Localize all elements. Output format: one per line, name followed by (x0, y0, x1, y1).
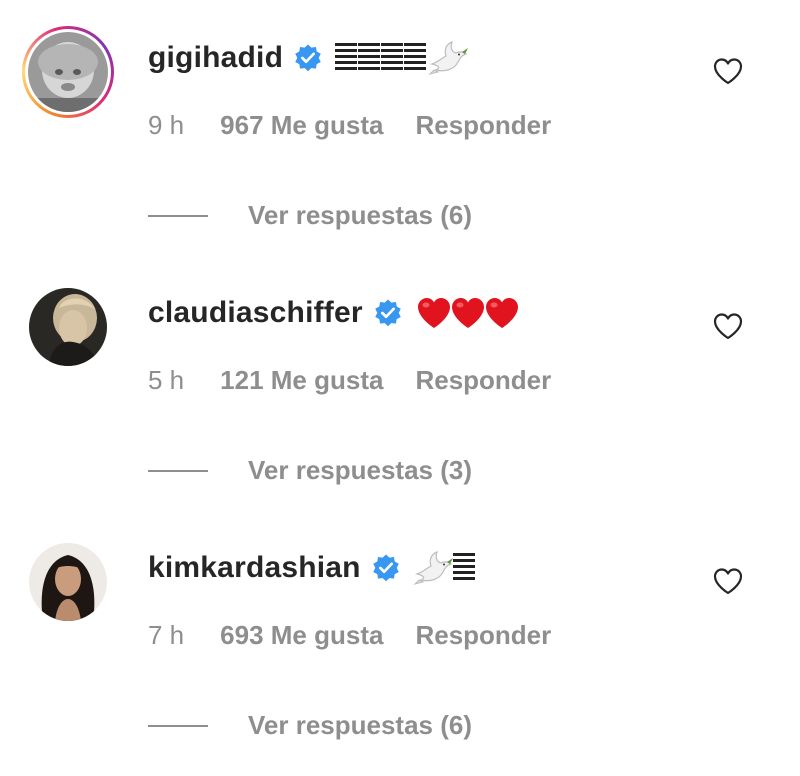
view-replies-button[interactable]: Ver respuestas (6) (148, 710, 472, 741)
avatar-story-ring[interactable] (22, 26, 114, 118)
avatar (28, 32, 108, 112)
heart-icon[interactable] (712, 566, 744, 596)
avatar (29, 288, 107, 366)
comment-time[interactable]: 5 h (148, 365, 184, 396)
avatar (29, 543, 107, 621)
red-heart-emoji-icon (485, 298, 518, 328)
username[interactable]: kimkardashian (148, 551, 361, 585)
comment-time[interactable]: 9 h (148, 110, 184, 141)
comment-text (415, 295, 518, 331)
view-replies-button[interactable]: Ver respuestas (6) (148, 200, 472, 231)
comment-body: kimkardashian 7 h 693 Me gusta Responder (148, 548, 680, 651)
view-replies-button[interactable]: Ver respuestas (3) (148, 455, 472, 486)
red-heart-emoji-icon (451, 298, 484, 328)
comment-body: gigihadid 9 h 967 Me gusta Responder (148, 38, 680, 141)
view-replies-label: Ver respuestas (3) (248, 455, 473, 485)
reply-button[interactable]: Responder (415, 110, 551, 141)
heart-icon[interactable] (712, 56, 744, 86)
comment-meta: 7 h 693 Me gusta Responder (148, 620, 680, 651)
comment-text (413, 550, 477, 586)
bars-emoji (335, 43, 427, 73)
username[interactable]: claudiaschiffer (148, 296, 363, 330)
bars-emoji (452, 553, 475, 583)
comment-meta: 9 h 967 Me gusta Responder (148, 110, 680, 141)
comment-header: gigihadid (148, 38, 680, 78)
avatar-wrapper[interactable] (22, 536, 114, 628)
comment-item: kimkardashian 7 h 693 Me gusta Responder… (0, 510, 800, 764)
dove-emoji-icon (413, 551, 453, 585)
comment-meta: 5 h 121 Me gusta Responder (148, 365, 680, 396)
reply-button[interactable]: Responder (415, 365, 551, 396)
comment-body: claudiaschiffer 5 h 121 Me gusta Respond… (148, 293, 680, 396)
likes-count[interactable]: 693 Me gusta (220, 620, 383, 651)
comment-time[interactable]: 7 h (148, 620, 184, 651)
reply-button[interactable]: Responder (415, 620, 551, 651)
view-replies-label: Ver respuestas (6) (248, 710, 473, 740)
likes-count[interactable]: 121 Me gusta (220, 365, 383, 396)
verified-badge-icon (375, 299, 401, 327)
heart-icon[interactable] (712, 311, 744, 341)
verified-badge-icon (372, 554, 399, 582)
comment-text (335, 40, 469, 76)
red-heart-emoji-icon (417, 298, 450, 328)
hearts-emoji (415, 295, 518, 331)
replies-divider (148, 469, 208, 472)
comment-header: kimkardashian (148, 548, 680, 588)
replies-divider (148, 724, 208, 727)
replies-divider (148, 214, 208, 217)
comment-item: gigihadid 9 h 967 Me gusta Responder Ver… (0, 0, 800, 254)
comment-header: claudiaschiffer (148, 293, 680, 333)
username[interactable]: gigihadid (148, 41, 283, 75)
comment-item: claudiaschiffer 5 h 121 Me gusta Respond… (0, 255, 800, 509)
likes-count[interactable]: 967 Me gusta (220, 110, 383, 141)
dove-emoji-icon (428, 41, 469, 75)
view-replies-label: Ver respuestas (6) (248, 200, 473, 230)
verified-badge-icon (295, 44, 321, 72)
avatar-wrapper[interactable] (22, 281, 114, 373)
